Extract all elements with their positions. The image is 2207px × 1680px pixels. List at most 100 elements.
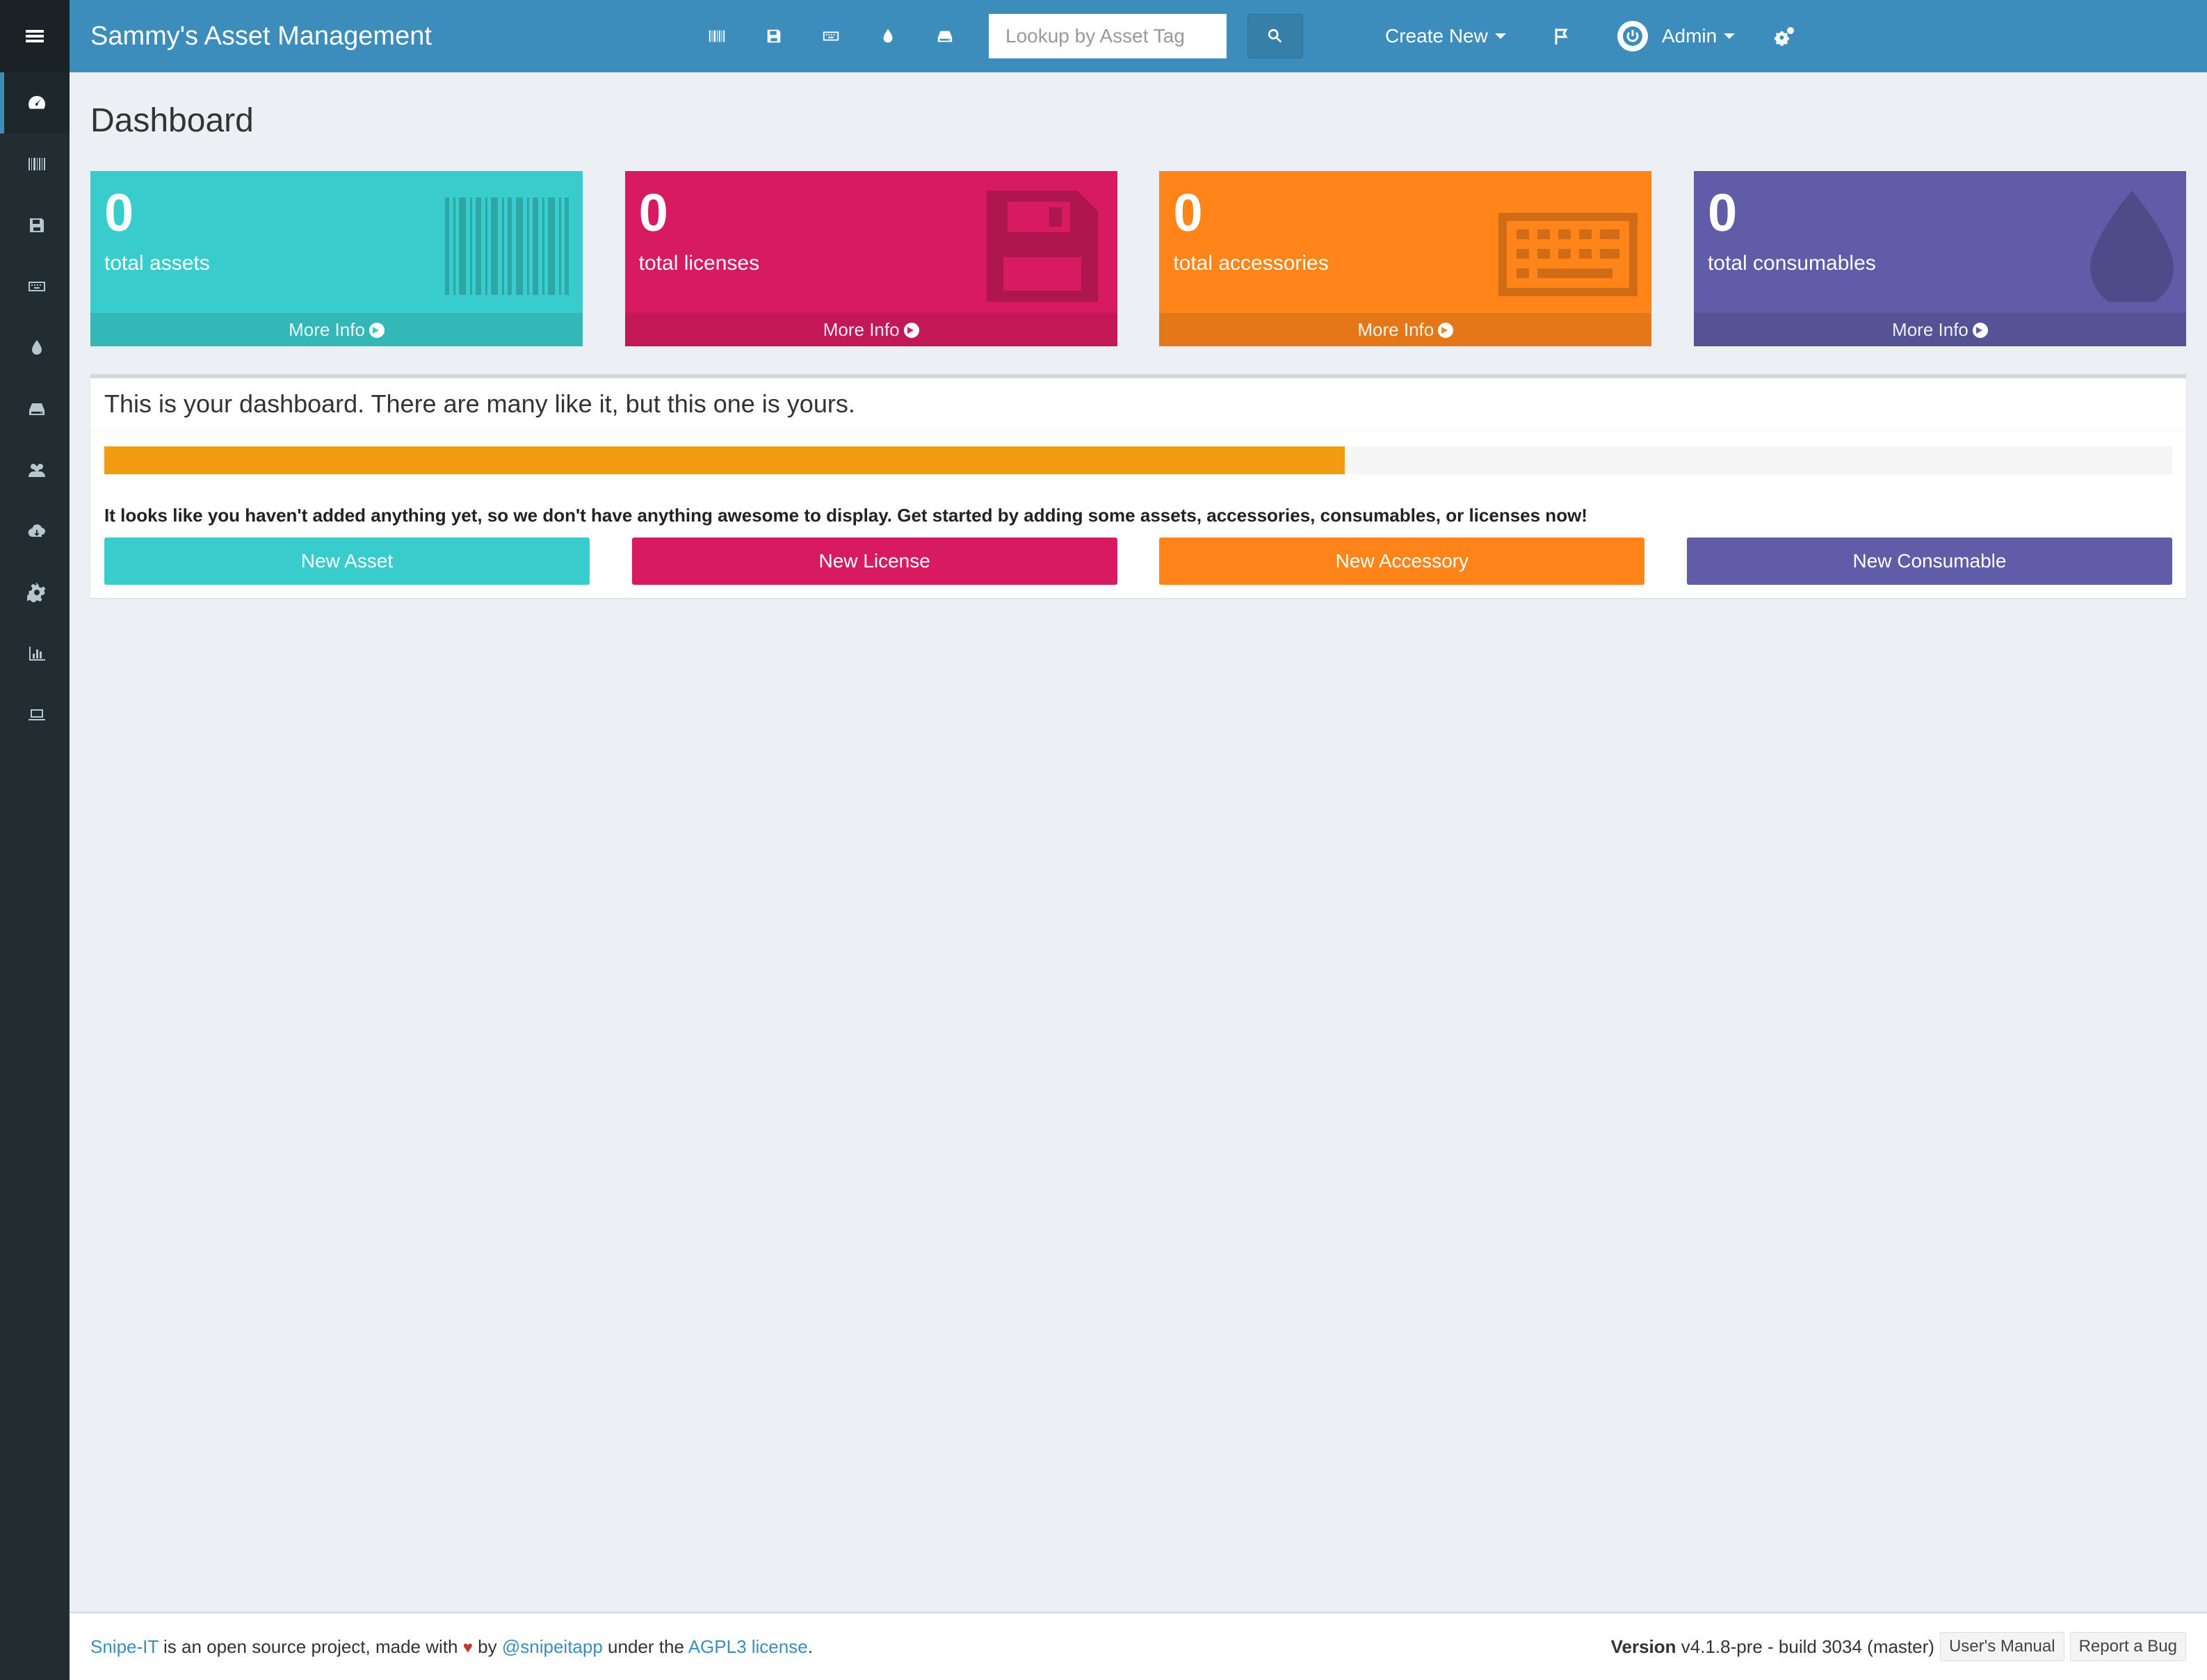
- barcode-icon: [709, 30, 725, 42]
- page-footer: Snipe-IT is an open source project, made…: [70, 1612, 2207, 1680]
- main-content: Dashboard 0 total assets More Info 0 tot…: [90, 72, 2186, 598]
- floppy-icon: [767, 29, 781, 43]
- top-navbar: Sammy's Asset Management Create New: [70, 0, 2207, 72]
- licenses-link[interactable]: [745, 0, 802, 72]
- arrow-circle-right-icon: [1438, 323, 1454, 338]
- sidebar: [0, 0, 70, 1680]
- total-consumables-more-info[interactable]: More Info: [1693, 313, 2186, 346]
- more-info-label: More Info: [289, 319, 365, 340]
- admin-settings-button[interactable]: [1764, 0, 1806, 72]
- footer-text: under the: [602, 1635, 688, 1657]
- arrow-circle-right-icon: [903, 323, 919, 338]
- total-licenses-box: 0 total licenses More Info: [624, 171, 1117, 346]
- snipeitapp-link[interactable]: @snipeitapp: [502, 1636, 603, 1657]
- heart-icon: ♥: [462, 1638, 473, 1657]
- user-menu[interactable]: Admin: [1617, 21, 1736, 51]
- search-button[interactable]: [1247, 14, 1303, 58]
- sidebar-item-licenses[interactable]: [0, 195, 70, 256]
- sidebar-item-people[interactable]: [0, 439, 70, 501]
- total-assets-box: 0 total assets More Info: [90, 171, 583, 346]
- page-title: Dashboard: [90, 102, 254, 139]
- laptop-icon: [29, 709, 45, 720]
- total-assets-more-info[interactable]: More Info: [90, 313, 583, 346]
- new-consumable-button[interactable]: New Consumable: [1686, 538, 2172, 585]
- footer-right: Version v4.1.8-pre - build 3034 (master)…: [1611, 1632, 2186, 1661]
- sidebar-item-assets[interactable]: [0, 134, 70, 195]
- search-icon: [1268, 29, 1282, 43]
- new-license-button[interactable]: New License: [631, 538, 1117, 585]
- panel-title: This is your dashboard. There are many l…: [90, 378, 2186, 431]
- more-info-label: More Info: [1892, 319, 1968, 340]
- barcode-icon: [445, 191, 570, 302]
- footer-text: .: [807, 1635, 813, 1657]
- hamburger-icon: [26, 30, 44, 42]
- avatar: [1617, 21, 1648, 51]
- create-new-label: Create New: [1385, 25, 1488, 47]
- total-accessories-more-info[interactable]: More Info: [1159, 313, 1652, 346]
- tint-icon: [32, 340, 42, 355]
- create-new-dropdown[interactable]: Create New: [1385, 25, 1506, 47]
- user-name: Admin: [1661, 25, 1717, 47]
- hdd-icon: [937, 31, 953, 42]
- floppy-icon: [30, 218, 44, 232]
- power-icon: [1622, 26, 1642, 46]
- footer-text: is an open source project, made with: [158, 1635, 463, 1657]
- progress-bar: [104, 446, 2172, 474]
- sidebar-item-consumables[interactable]: [0, 317, 70, 378]
- sidebar-item-dashboard[interactable]: [0, 72, 70, 134]
- tint-icon: [2089, 191, 2174, 309]
- sidebar-item-reports[interactable]: [0, 623, 70, 684]
- progress-fill: [104, 446, 1345, 474]
- keyboard-icon: [823, 31, 839, 41]
- version-label: Version: [1610, 1635, 1676, 1657]
- sidebar-item-import[interactable]: [0, 501, 70, 562]
- flag-icon: [1555, 29, 1568, 45]
- tint-icon: [883, 29, 893, 43]
- consumables-link[interactable]: [859, 0, 916, 72]
- assets-link[interactable]: [688, 0, 745, 72]
- users-icon: [29, 464, 45, 477]
- keyboard-icon: [29, 282, 45, 291]
- sidebar-item-requestable[interactable]: [0, 684, 70, 745]
- footer-credits: Snipe-IT is an open source project, made…: [90, 1636, 813, 1658]
- users-manual-button[interactable]: User's Manual: [1939, 1632, 2064, 1661]
- dashboard-icon: [29, 96, 46, 109]
- sidebar-toggle-button[interactable]: [0, 0, 70, 72]
- new-asset-button[interactable]: New Asset: [104, 538, 590, 585]
- footer-text: by: [472, 1635, 502, 1657]
- accessories-link[interactable]: [802, 0, 859, 72]
- brand-title[interactable]: Sammy's Asset Management: [90, 22, 688, 51]
- total-consumables-box: 0 total consumables More Info: [1693, 171, 2186, 346]
- arrow-circle-right-icon: [1972, 323, 1988, 338]
- gears-icon: [1775, 27, 1795, 46]
- more-info-label: More Info: [1357, 319, 1434, 340]
- barcode-icon: [29, 158, 45, 170]
- stats-boxes: 0 total assets More Info 0 total license…: [90, 171, 2186, 346]
- snipe-it-link[interactable]: Snipe-IT: [90, 1636, 159, 1657]
- cloud-download-icon: [28, 524, 45, 538]
- asset-tag-search: [989, 14, 1303, 58]
- components-link[interactable]: [916, 0, 973, 72]
- gear-icon: [27, 583, 46, 602]
- license-link[interactable]: AGPL3 license: [688, 1636, 808, 1657]
- version-value: v4.1.8-pre - build 3034 (master): [1681, 1635, 1934, 1657]
- quick-create-buttons: New Asset New License New Accessory New …: [104, 538, 2172, 585]
- floppy-icon: [980, 191, 1105, 302]
- sidebar-item-accessories[interactable]: [0, 256, 70, 317]
- keyboard-icon: [1498, 213, 1638, 296]
- caret-down-icon: [1724, 33, 1736, 39]
- bar-chart-icon: [29, 647, 45, 661]
- empty-state-message: It looks like you haven't added anything…: [104, 505, 1587, 526]
- sidebar-item-settings[interactable]: [0, 562, 70, 623]
- caret-down-icon: [1494, 33, 1506, 39]
- total-licenses-more-info[interactable]: More Info: [624, 313, 1117, 346]
- total-accessories-box: 0 total accessories More Info: [1159, 171, 1652, 346]
- dashboard-panel: This is your dashboard. There are many l…: [90, 374, 2186, 598]
- alerts-button[interactable]: [1548, 0, 1576, 72]
- sidebar-item-components[interactable]: [0, 378, 70, 439]
- more-info-label: More Info: [823, 319, 900, 340]
- asset-tag-search-input[interactable]: [989, 14, 1227, 58]
- new-accessory-button[interactable]: New Accessory: [1159, 538, 1645, 585]
- report-bug-button[interactable]: Report a Bug: [2069, 1632, 2186, 1661]
- hdd-icon: [29, 403, 45, 415]
